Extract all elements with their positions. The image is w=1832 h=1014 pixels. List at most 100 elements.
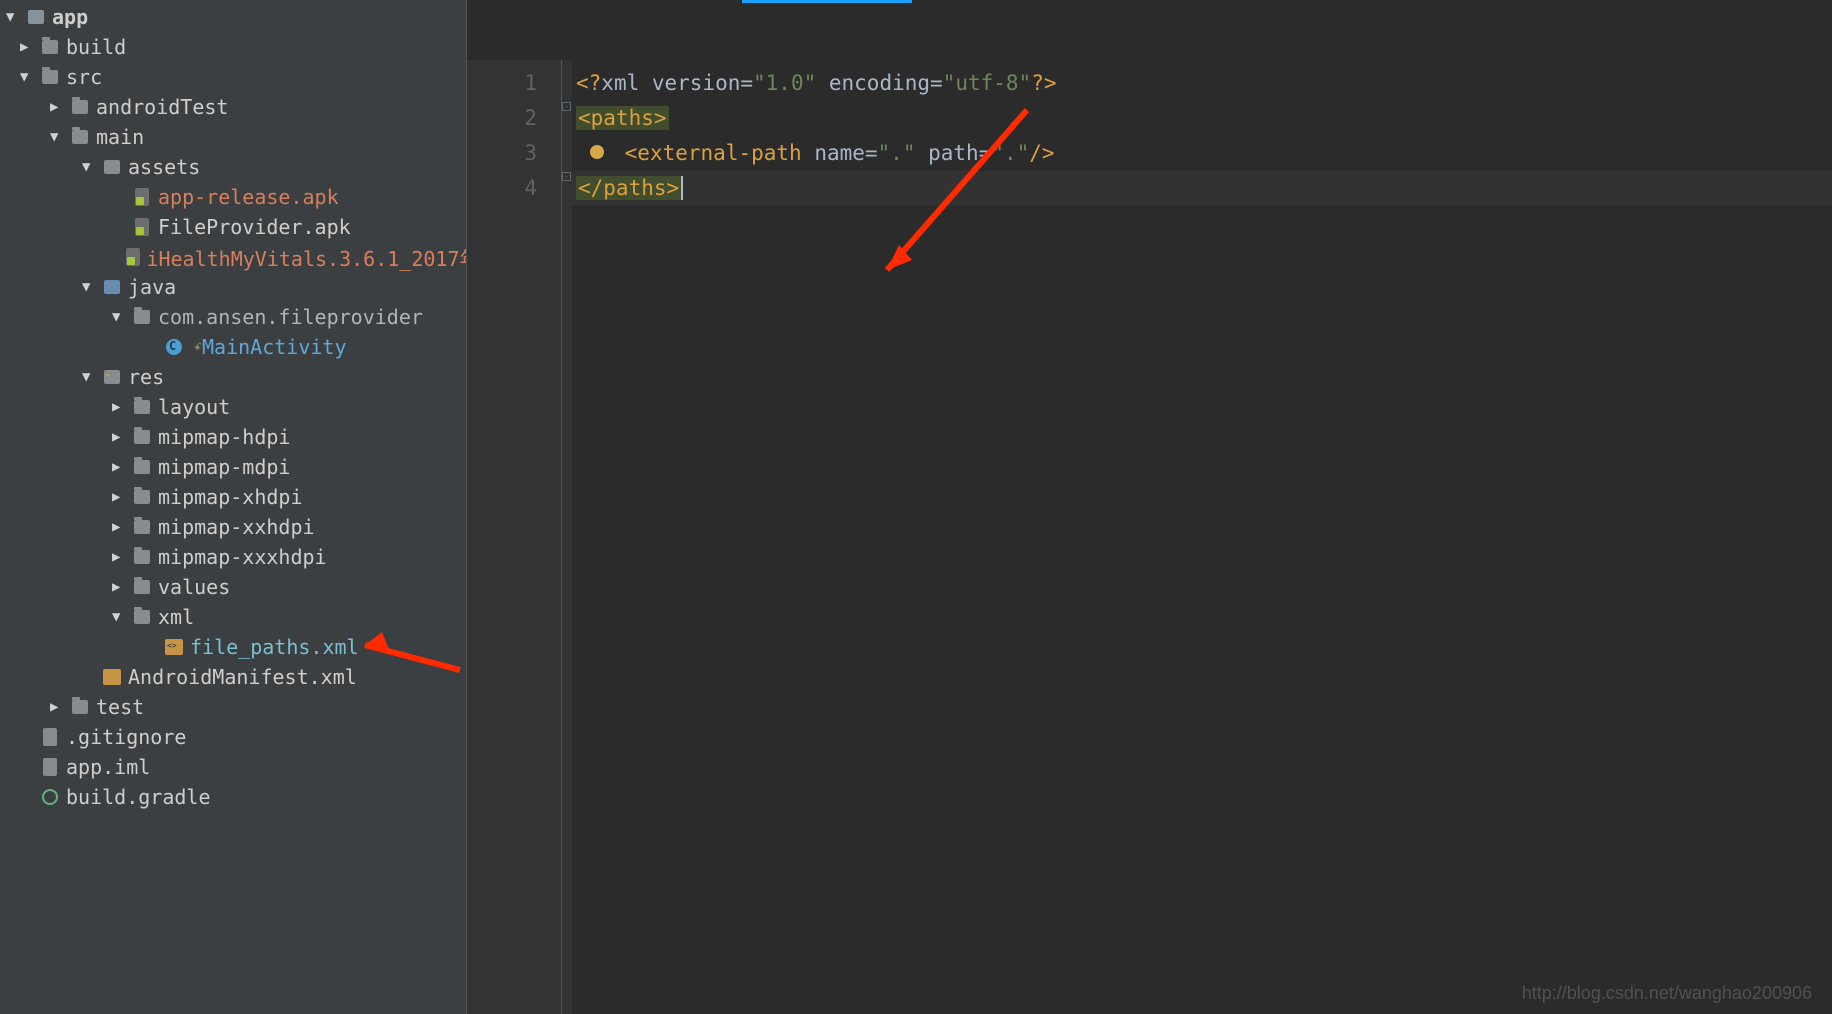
tree-item-folder-xml[interactable]: xml	[0, 602, 466, 632]
line-gutter: 1 2 3 4	[467, 60, 562, 1014]
expand-icon[interactable]	[112, 519, 126, 535]
tree-label: app.iml	[66, 755, 150, 779]
res-folder-icon	[102, 367, 122, 387]
folder-icon	[40, 67, 60, 87]
tree-label: AndroidManifest.xml	[128, 665, 357, 689]
tree-item-assets[interactable]: assets	[0, 152, 466, 182]
assets-folder-icon	[102, 157, 122, 177]
code-line[interactable]: <paths>	[572, 101, 1832, 136]
expand-icon[interactable]	[82, 279, 96, 295]
tree-item-folder[interactable]: values	[0, 572, 466, 602]
tree-item-folder[interactable]: mipmap-xxhdpi	[0, 512, 466, 542]
expand-icon[interactable]	[112, 459, 126, 475]
folder-icon	[132, 577, 152, 597]
tree-item-build[interactable]: build	[0, 32, 466, 62]
text-cursor: ​	[681, 176, 683, 200]
tree-label: app-release.apk	[158, 185, 339, 209]
tree-label: assets	[128, 155, 200, 179]
expand-icon[interactable]	[112, 309, 126, 325]
tree-item-res[interactable]: res	[0, 362, 466, 392]
expand-icon[interactable]	[112, 579, 126, 595]
tree-label: mipmap-hdpi	[158, 425, 290, 449]
package-icon	[132, 307, 152, 327]
tree-item-apk[interactable]: ▶ FileProvider.apk	[0, 212, 466, 242]
tree-item-src[interactable]: src	[0, 62, 466, 92]
tree-label: mipmap-mdpi	[158, 455, 290, 479]
tree-item-folder[interactable]: layout	[0, 392, 466, 422]
line-number: 2	[467, 101, 537, 136]
code-editor[interactable]: 1 2 3 4 - - <?xml version="1.0" encoding…	[467, 0, 1832, 1014]
tree-label: build.gradle	[66, 785, 211, 809]
tree-label: MainActivity	[202, 335, 347, 359]
folder-icon	[70, 127, 90, 147]
expand-icon[interactable]	[82, 369, 96, 385]
expand-icon[interactable]	[112, 609, 126, 625]
file-icon	[40, 727, 60, 747]
folder-icon	[132, 397, 152, 417]
apk-icon	[132, 187, 152, 207]
tree-item-folder[interactable]: mipmap-hdpi	[0, 422, 466, 452]
tree-label: xml	[158, 605, 194, 629]
lightbulb-icon[interactable]	[590, 145, 604, 159]
expand-icon[interactable]	[6, 9, 20, 25]
tree-item-file-paths-xml[interactable]: ▶ file_paths.xml	[0, 632, 466, 662]
expand-icon[interactable]	[112, 549, 126, 565]
expand-icon[interactable]	[20, 69, 34, 85]
tree-item-test[interactable]: test	[0, 692, 466, 722]
tree-item-apk[interactable]: ▶ app-release.apk	[0, 182, 466, 212]
tree-item-folder[interactable]: mipmap-xhdpi	[0, 482, 466, 512]
xml-icon	[164, 637, 184, 657]
tree-item-class[interactable]: ▶ ꗃ MainActivity	[0, 332, 466, 362]
tree-item-iml[interactable]: ▶ app.iml	[0, 752, 466, 782]
tree-item-package[interactable]: com.ansen.fileprovider	[0, 302, 466, 332]
code-line[interactable]: <external-path name="." path="."/>	[572, 136, 1832, 171]
code-line-current[interactable]: </paths>​	[572, 171, 1832, 206]
tree-label: main	[96, 125, 144, 149]
tree-item-java[interactable]: java	[0, 272, 466, 302]
folder-icon	[132, 427, 152, 447]
fold-icon[interactable]: -	[562, 172, 571, 181]
folder-icon	[70, 97, 90, 117]
line-number: 4	[467, 171, 537, 206]
code-area[interactable]: <?xml version="1.0" encoding="utf-8"?> <…	[572, 60, 1832, 1014]
folder-icon	[102, 277, 122, 297]
expand-icon[interactable]	[112, 489, 126, 505]
tree-item-folder[interactable]: mipmap-xxxhdpi	[0, 542, 466, 572]
expand-icon[interactable]	[82, 159, 96, 175]
line-number: 3	[467, 136, 537, 171]
folder-icon	[132, 607, 152, 627]
tree-label: mipmap-xxhdpi	[158, 515, 315, 539]
expand-icon[interactable]	[112, 429, 126, 445]
fold-column[interactable]: - -	[562, 60, 572, 1014]
tree-item-gradle[interactable]: ▶ build.gradle	[0, 782, 466, 812]
lock-icon: ꗃ	[194, 342, 202, 353]
tree-label: file_paths.xml	[190, 635, 359, 659]
tree-item-app[interactable]: app	[0, 2, 466, 32]
fold-icon[interactable]: -	[562, 102, 571, 111]
folder-icon	[132, 457, 152, 477]
tree-item-main[interactable]: main	[0, 122, 466, 152]
tree-label: values	[158, 575, 230, 599]
tree-label: src	[66, 65, 102, 89]
manifest-icon	[102, 667, 122, 687]
class-icon	[164, 337, 184, 357]
line-number: 1	[467, 66, 537, 101]
tree-item-androidtest[interactable]: androidTest	[0, 92, 466, 122]
active-tab-indicator	[742, 0, 912, 3]
expand-icon[interactable]	[112, 399, 126, 415]
tree-label: FileProvider.apk	[158, 215, 351, 239]
tree-item-folder[interactable]: mipmap-mdpi	[0, 452, 466, 482]
tree-item-gitignore[interactable]: ▶ .gitignore	[0, 722, 466, 752]
tree-item-apk[interactable]: ▶ iHealthMyVitals.3.6.1_2017年	[0, 242, 466, 272]
tree-label: androidTest	[96, 95, 228, 119]
project-tree[interactable]: app build src androidTest main assets	[0, 0, 467, 1014]
tree-item-manifest[interactable]: ▶ AndroidManifest.xml	[0, 662, 466, 692]
expand-icon[interactable]	[50, 129, 64, 145]
folder-icon	[132, 517, 152, 537]
tree-label: build	[66, 35, 126, 59]
code-line[interactable]: <?xml version="1.0" encoding="utf-8"?>	[572, 66, 1832, 101]
expand-icon[interactable]	[50, 99, 64, 115]
expand-icon[interactable]	[50, 699, 64, 715]
expand-icon[interactable]	[20, 39, 34, 55]
module-icon	[26, 7, 46, 27]
